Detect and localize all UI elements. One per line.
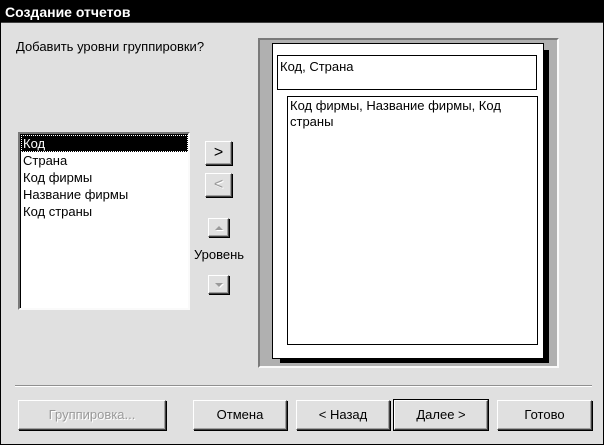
level-label: Уровень <box>194 247 245 262</box>
priority-down-button[interactable] <box>208 275 229 294</box>
list-item[interactable]: Код <box>21 135 188 152</box>
grouping-prompt: Добавить уровни группировки? <box>16 39 205 54</box>
add-grouping-button[interactable]: > <box>205 141 232 165</box>
separator <box>15 385 592 387</box>
dialog-title: Создание отчетов <box>1 1 603 23</box>
list-item[interactable]: Код фирмы <box>21 169 188 186</box>
remove-grouping-button[interactable]: < <box>205 173 232 197</box>
arrow-up-icon <box>214 225 223 230</box>
arrow-down-icon <box>214 282 223 287</box>
back-button[interactable]: < Назад <box>296 400 390 430</box>
grouping-options-button[interactable]: Группировка... <box>18 400 166 430</box>
next-button[interactable]: Далее > <box>394 400 488 430</box>
detail-preview: Код фирмы, Название фирмы, Код страны <box>287 96 538 345</box>
list-item[interactable]: Код страны <box>21 203 188 220</box>
list-item[interactable]: Страна <box>21 152 188 169</box>
report-wizard-dialog: Создание отчетов Добавить уровни группир… <box>0 0 604 445</box>
priority-up-button[interactable] <box>208 218 229 237</box>
available-fields-list[interactable]: Код Страна Код фирмы Название фирмы Код … <box>18 132 190 310</box>
group-header-preview: Код, Страна <box>277 55 537 90</box>
finish-button[interactable]: Готово <box>497 400 592 430</box>
cancel-button[interactable]: Отмена <box>193 400 287 430</box>
list-item[interactable]: Название фирмы <box>21 186 188 203</box>
